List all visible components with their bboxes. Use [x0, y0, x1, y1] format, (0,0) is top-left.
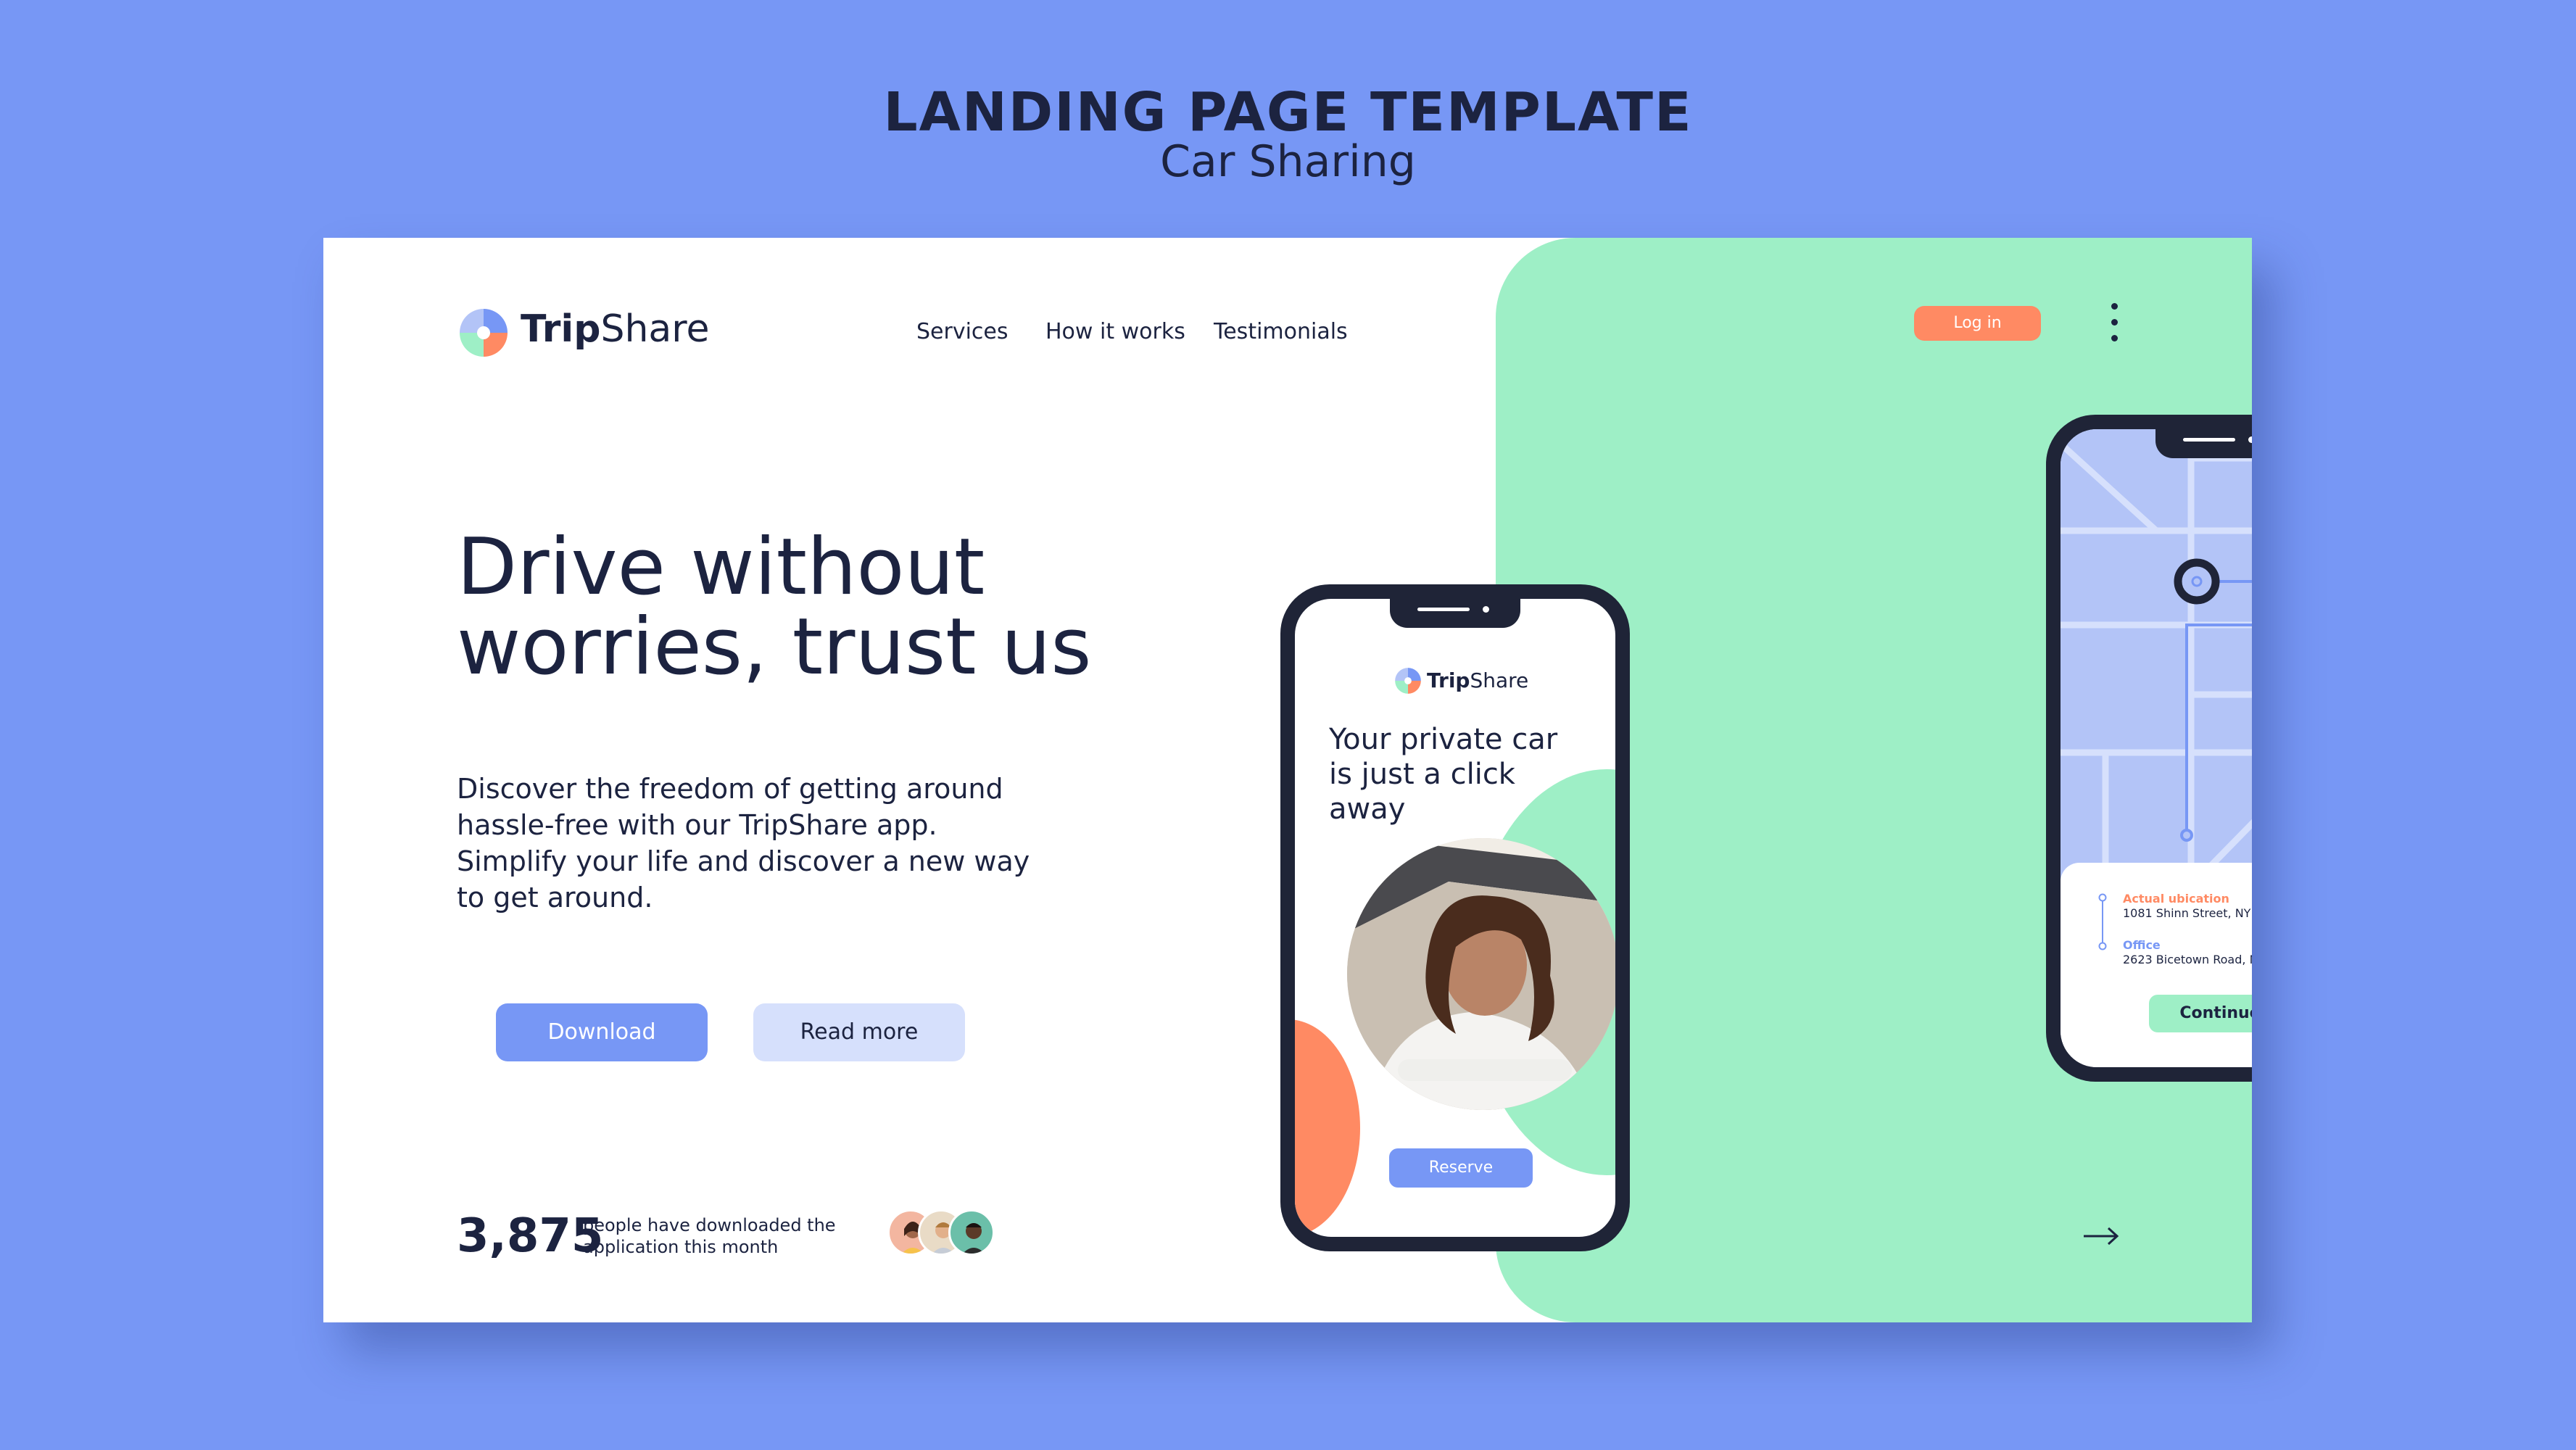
brand-name-bold: Trip — [521, 307, 601, 351]
phone-brand-name-rest: Share — [1470, 668, 1529, 692]
decorative-orange-blob — [1295, 1019, 1360, 1237]
hero-description: Discover the freedom of getting around h… — [457, 773, 1030, 914]
login-button[interactable]: Log in — [1914, 306, 2041, 341]
phone-booking-screen: TripShare Your private car is just a cli… — [1295, 599, 1615, 1237]
hero-title-line2: worries, trust us — [457, 602, 1092, 692]
template-title: LANDING PAGE TEMPLATE — [883, 81, 1693, 144]
destination-address[interactable]: 2623 Bicetown Road, NY — [2123, 953, 2252, 966]
phone-booking: TripShare Your private car is just a cli… — [1280, 584, 1630, 1251]
phone-notch — [2155, 429, 2252, 458]
nav-testimonials[interactable]: Testimonials — [1214, 319, 1348, 344]
reserve-button[interactable]: Reserve — [1389, 1148, 1533, 1188]
phone-notch — [1390, 599, 1520, 628]
origin-address[interactable]: 1081 Shinn Street, NY — [2123, 906, 2250, 920]
phone-brand-name-bold: Trip — [1427, 668, 1470, 692]
phone-map-screen: Actual ubication 1081 Shinn Street, NY O… — [2061, 429, 2252, 1067]
avatar — [948, 1209, 995, 1256]
read-more-button[interactable]: Read more — [753, 1003, 965, 1061]
download-count: 3,875 — [457, 1209, 604, 1263]
city-map — [2061, 429, 2252, 879]
swirl-logo-icon — [1395, 668, 1421, 694]
download-button[interactable]: Download — [496, 1003, 708, 1061]
swirl-logo-icon[interactable] — [457, 306, 510, 360]
nav-how-it-works[interactable]: How it works — [1045, 319, 1185, 344]
nav-services[interactable]: Services — [916, 319, 1009, 344]
brand-name-rest: Share — [600, 307, 710, 351]
woman-in-car-photo — [1347, 838, 1615, 1110]
phone-brand-name: TripShare — [1427, 668, 1528, 692]
user-avatars — [887, 1209, 996, 1257]
hero-title: Drive without worries, trust us — [457, 528, 1146, 687]
route-info-panel: Actual ubication 1081 Shinn Street, NY O… — [2061, 863, 2252, 1067]
phone-booking-title: Your private car is just a click away — [1329, 723, 1558, 826]
landing-page-card: TripShare Services How it works Testimon… — [323, 238, 2252, 1322]
continue-button[interactable]: Continue — [2149, 995, 2252, 1032]
destination-label: Office — [2123, 938, 2161, 952]
arrow-right-icon[interactable] — [2082, 1225, 2120, 1247]
hero-title-line1: Drive without — [457, 522, 985, 613]
download-count-text: people have downloaded the application t… — [583, 1215, 836, 1257]
origin-label: Actual ubication — [2123, 892, 2229, 906]
template-subtitle: Car Sharing — [1160, 136, 1416, 187]
route-connector-icon — [2098, 893, 2107, 950]
brand-name[interactable]: TripShare — [521, 307, 710, 351]
phone-map: Actual ubication 1081 Shinn Street, NY O… — [2046, 415, 2252, 1082]
kebab-menu-icon[interactable] — [2107, 303, 2121, 347]
